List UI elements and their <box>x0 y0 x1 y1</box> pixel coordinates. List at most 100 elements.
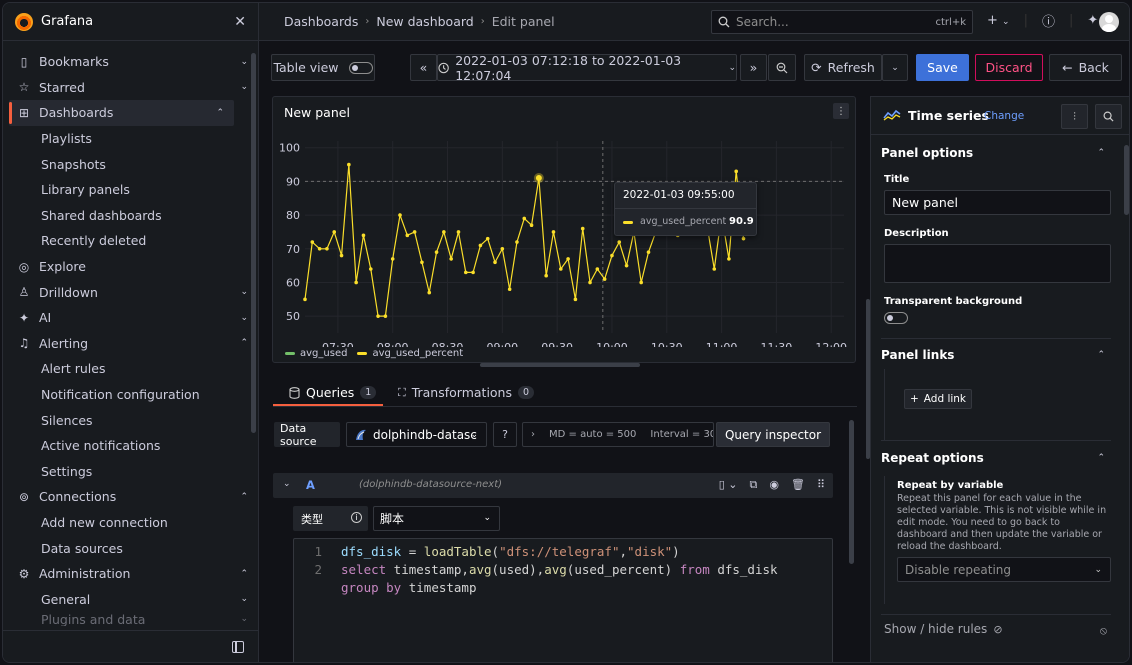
sidebar-item-active-notifications[interactable]: Active notifications <box>3 433 258 459</box>
chevron-down-icon[interactable]: ⌄ <box>240 313 248 323</box>
show-hide-rules[interactable]: Show / hide rules ⊘ <box>884 622 1003 636</box>
add-link-button[interactable]: + Add link <box>904 389 972 409</box>
sidebar-item-dashboards[interactable]: ⊞ Dashboards ⌃ <box>9 100 234 126</box>
tab-queries[interactable]: Queries 1 <box>289 385 377 400</box>
sidebar-item-ai[interactable]: ✦ AI ⌄ <box>3 305 258 331</box>
tab-transformations[interactable]: ⛶ Transformations 0 <box>398 385 535 400</box>
chevron-down-icon[interactable]: ⌄ <box>240 594 248 604</box>
chevron-up-icon[interactable]: ⌃ <box>240 338 248 348</box>
discard-button[interactable]: Discard <box>975 54 1043 81</box>
chevron-up-icon[interactable]: ⌃ <box>240 569 248 579</box>
sidebar-item-settings[interactable]: Settings <box>3 459 258 485</box>
refresh-button[interactable]: ⟳ Refresh <box>804 54 882 81</box>
sidebar-item-drilldown[interactable]: ♙ Drilldown ⌄ <box>3 279 258 305</box>
book-help-icon[interactable]: ▯ ⌄ <box>719 478 738 492</box>
sidebar-item-alert-rules[interactable]: Alert rules <box>3 356 258 382</box>
chevron-up-icon[interactable]: ⌃ <box>1097 148 1105 158</box>
sidebar-item-silences[interactable]: Silences <box>3 407 258 433</box>
chevron-up-icon[interactable]: ⌃ <box>1097 453 1105 463</box>
save-button[interactable]: Save <box>916 54 969 81</box>
search-input[interactable]: Search... ctrl+k <box>711 10 973 34</box>
query-inspector-button[interactable]: Query inspector <box>716 422 830 447</box>
add-icon[interactable]: + ⌄ <box>987 13 1010 28</box>
query-scrollbar[interactable] <box>849 420 854 564</box>
tooltip-time: 2022-01-03 09:55:00 <box>623 189 735 201</box>
time-range-picker[interactable]: 2022-01-03 07:12:18 to 2022-01-03 12:07:… <box>437 53 737 83</box>
transparent-background-switch[interactable] <box>884 312 908 324</box>
help-icon[interactable]: ⓘ <box>1042 11 1055 30</box>
sidebar-item-general[interactable]: General ⌄ <box>3 586 258 612</box>
eye-icon[interactable]: ◉ <box>769 478 779 492</box>
dock-menu-icon[interactable] <box>232 641 244 653</box>
time-shift-back-button[interactable]: « <box>410 54 437 81</box>
options-toggle-icon[interactable]: ⫶ <box>1061 104 1088 129</box>
change-visualization-link[interactable]: Change <box>984 110 1024 122</box>
chevron-up-icon[interactable]: ⌃ <box>1097 350 1105 360</box>
type-select[interactable]: 脚本 ⌄ <box>373 506 500 531</box>
query-options-toggle[interactable]: › MD = auto = 500 Interval = 30 <box>522 422 714 447</box>
sidebar-item-alerting[interactable]: ♫ Alerting ⌃ <box>3 331 258 357</box>
sidebar-item-label: Shared dashboards <box>41 207 162 223</box>
chevron-up-icon[interactable]: ⌃ <box>216 108 224 118</box>
sidebar-item-library-panels[interactable]: Library panels <box>3 177 258 203</box>
repeat-options-title[interactable]: Repeat options <box>881 451 984 465</box>
sidebar-scrollbar[interactable] <box>251 53 256 433</box>
duplicate-icon[interactable]: ⧉ <box>750 478 758 492</box>
breadcrumb-new-dashboard[interactable]: New dashboard <box>376 14 473 29</box>
data-point <box>712 267 717 271</box>
sidebar-item-playlists[interactable]: Playlists <box>3 126 258 152</box>
query-ref-id[interactable]: A <box>306 478 315 492</box>
description-textarea[interactable] <box>884 244 1111 283</box>
sidebar-item-connections[interactable]: ⊚ Connections ⌃ <box>3 484 258 510</box>
panel-resize-handle[interactable] <box>480 363 640 367</box>
sidebar-item-data-sources[interactable]: Data sources <box>3 535 258 561</box>
code-editor[interactable]: 1 dfs_disk = loadTable("dfs://telegraf",… <box>293 538 833 662</box>
sidebar-item-starred[interactable]: ☆ Starred ⌄ <box>3 75 258 101</box>
chevron-down-icon[interactable]: ⌄ <box>240 614 248 624</box>
datasource-picker[interactable]: dolphindb-datasc ⌄ <box>346 422 487 447</box>
block-icon[interactable]: ⦸ <box>1100 624 1107 638</box>
sidebar-item-plugins-and-data[interactable]: Plugins and data ⌄ <box>3 612 258 626</box>
options-scrollbar[interactable] <box>1124 145 1129 215</box>
legend-item-avg-used-percent[interactable]: avg_used_percent <box>357 348 463 359</box>
back-button[interactable]: ← Back <box>1049 54 1122 81</box>
sidebar-item-notification-configuration[interactable]: Notification configuration <box>3 382 258 408</box>
sidebar-item-snapshots[interactable]: Snapshots <box>3 151 258 177</box>
repeat-variable-select[interactable]: Disable repeating ⌄ <box>897 557 1111 582</box>
time-shift-forward-button[interactable]: » <box>740 54 767 81</box>
sidebar-item-shared-dashboards[interactable]: Shared dashboards <box>3 203 258 229</box>
chevron-down-icon[interactable]: ⌄ <box>240 287 248 297</box>
code-text: select timestamp,avg(used),avg(used_perc… <box>341 562 778 577</box>
chevron-up-icon[interactable]: ⌃ <box>240 492 248 502</box>
trash-icon[interactable]: 🗑 <box>791 478 805 492</box>
info-icon[interactable]: i <box>351 512 362 523</box>
query-row-header[interactable]: ⌄ A (dolphindb-datasource-next) ▯ ⌄ ⧉ ◉ … <box>273 473 833 498</box>
chevron-down-icon[interactable]: ⌄ <box>240 82 248 92</box>
datasource-help-icon[interactable]: ? <box>493 422 517 447</box>
refresh-interval-dropdown[interactable]: ⌄ <box>882 54 908 81</box>
sidebar-item-bookmarks[interactable]: ▯ Bookmarks ⌄ <box>3 49 258 75</box>
sidebar-item-label: Plugins and data <box>41 612 146 627</box>
close-icon[interactable]: ✕ <box>234 14 246 30</box>
breadcrumb-dashboards[interactable]: Dashboards <box>284 14 358 29</box>
legend-item-avg-used[interactable]: avg_used <box>285 348 347 359</box>
user-avatar[interactable] <box>1099 12 1119 32</box>
x-tick-label: 11:30 <box>761 341 793 347</box>
panel-links-title[interactable]: Panel links <box>881 348 954 362</box>
sidebar-item-explore[interactable]: ◎ Explore <box>3 254 258 280</box>
chevron-right-icon: › <box>531 429 535 440</box>
sidebar-item-recently-deleted[interactable]: Recently deleted <box>3 228 258 254</box>
drag-handle-icon[interactable]: ⠿ <box>817 478 825 492</box>
sidebar-item-administration[interactable]: ⚙ Administration ⌃ <box>3 561 258 587</box>
title-input[interactable]: New panel <box>884 190 1111 215</box>
table-view-toggle[interactable]: Table view <box>271 54 375 81</box>
chevron-down-icon[interactable]: ⌄ <box>240 57 248 67</box>
zoom-out-button[interactable] <box>768 54 796 81</box>
sidebar-item-add-new-connection[interactable]: Add new connection <box>3 510 258 536</box>
data-point <box>325 246 329 251</box>
search-options-icon[interactable] <box>1095 104 1122 129</box>
collapse-chevron-icon[interactable]: ⌄ <box>283 479 291 489</box>
time-series-chart[interactable]: 100 90 80 70 60 50 07:30 08:00 08:30 09:00 09:30 10… <box>273 97 857 347</box>
assistant-sparkle-icon[interactable]: ✦ <box>1087 13 1098 28</box>
panel-options-title[interactable]: Panel options <box>881 146 973 160</box>
